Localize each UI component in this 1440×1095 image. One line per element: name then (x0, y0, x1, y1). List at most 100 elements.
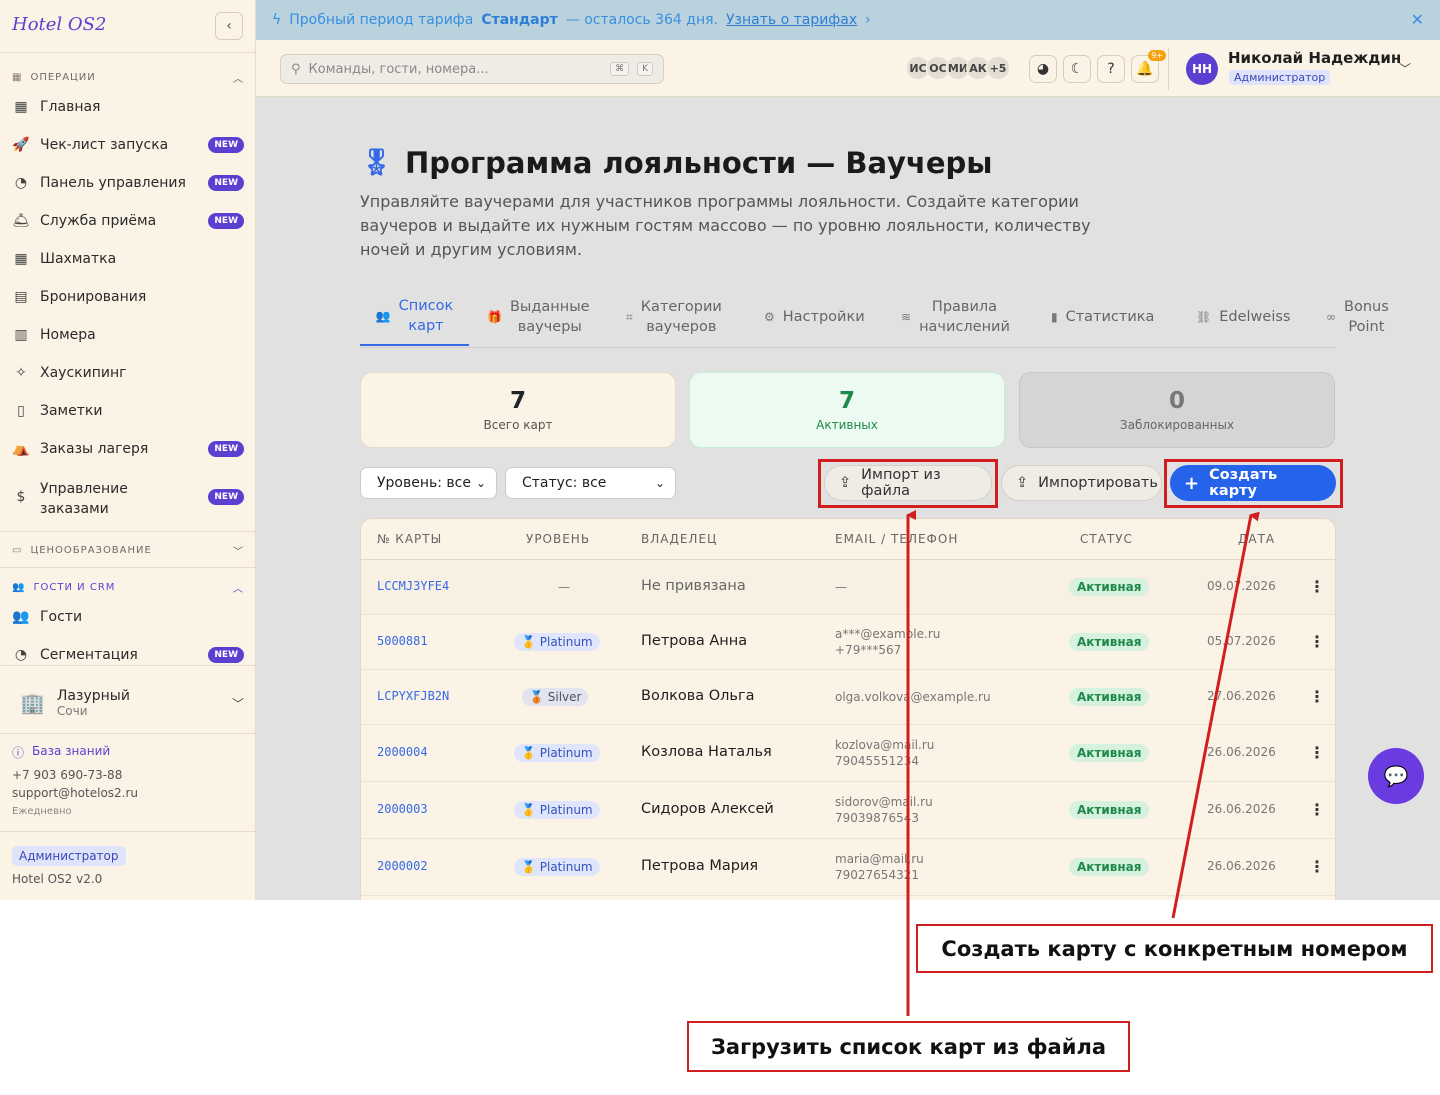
chevron-down-icon: ﹀ (231, 696, 244, 711)
sidebar-item-label: Бронирования (40, 289, 147, 305)
owner-name: Петрова Анна (641, 632, 748, 649)
collapse-sidebar-button[interactable]: ‹ (215, 12, 243, 40)
tab-bonus-point[interactable]: ∞ Bonus Point (1326, 288, 1389, 346)
row-menu-icon[interactable]: ⋮ (1309, 577, 1325, 596)
help-circle-icon: ? (1107, 61, 1115, 77)
banner-plan: Стандарт (481, 12, 558, 28)
pricing-link[interactable]: Узнать о тарифах (726, 12, 857, 28)
theme-palette-button[interactable]: ◕ (1029, 55, 1057, 83)
contact-phone: +79***567 (835, 642, 902, 657)
search-input[interactable]: ⚲ Команды, гости, номера... ⌘ K (280, 54, 664, 84)
sidebar-item-rooms[interactable]: ▥ Номера (12, 327, 244, 343)
clipboard-icon: ▤ (14, 289, 28, 305)
tab-label: Настройки (782, 309, 865, 325)
table-row[interactable]: 2000003 🥇 Platinum Сидоров Алексей sidorov@… (361, 782, 1335, 839)
new-badge: NEW (208, 137, 244, 153)
level-badge: 🥇 Platinum (514, 800, 600, 819)
date-cell: 09.07.2026 (1207, 578, 1276, 593)
section-guests-crm[interactable]: 👥 ГОСТИ И CRM ︿ (12, 580, 244, 595)
search-placeholder: Команды, гости, номера... (308, 61, 489, 77)
sidebar-item-label: Панель управления (40, 175, 186, 191)
card-number-link[interactable]: LCCMJ3YFE4 (377, 579, 449, 593)
sidebar-item-checklist[interactable]: 🚀 Чек-лист запуска NEW (12, 137, 244, 153)
sidebar-item-housekeeping[interactable]: ✧ Хаускипинг (12, 365, 244, 381)
contact-phone: 79027654321 (835, 867, 919, 882)
contact-email: sidorov@mail.ru (835, 794, 933, 809)
tab-label-line: ваучеров (646, 319, 717, 335)
app-version: Hotel OS2 v2.0 (12, 872, 103, 886)
user-avatar[interactable]: НН (1186, 53, 1218, 85)
lightning-icon: ϟ (272, 12, 282, 28)
table-row[interactable]: 5000881 🥇 Platinum Петрова Анна a***@exampl… (361, 615, 1335, 670)
tab-edelweiss[interactable]: ⛓ Edelweiss (1196, 288, 1290, 346)
user-name[interactable]: Николай Надеждин (1228, 49, 1401, 67)
tab-issued-vouchers[interactable]: 🎁 Выданные ваучеры (487, 288, 590, 346)
tab-label: Bonus Point (1344, 297, 1389, 337)
chevron-down-icon[interactable]: ﹀ (1399, 60, 1411, 77)
bar-chart-icon: ▮ (1051, 310, 1058, 324)
support-hours: Ежедневно (12, 806, 72, 817)
help-button[interactable]: ? (1097, 55, 1125, 83)
row-menu-icon[interactable]: ⋮ (1309, 687, 1325, 706)
support-email: support@hotelos2.ru (12, 786, 139, 800)
close-icon[interactable]: ✕ (1411, 10, 1424, 29)
tab-label: Правила начислений (919, 297, 1010, 337)
cards-table: № КАРТЫ УРОВЕНЬ ВЛАДЕЛЕЦ EMAIL / ТЕЛЕФОН… (360, 518, 1336, 900)
sidebar-item-front-desk[interactable]: 🛎 Служба приёма NEW (12, 213, 244, 229)
stat-label: Всего карт (483, 418, 553, 432)
table-row[interactable]: LCPYXFJB2N 🥉 Silver Волкова Ольга olga.volk… (361, 670, 1335, 725)
note-icon: ▯ (17, 403, 25, 419)
sidebar-item-label: Хаускипинг (40, 365, 127, 381)
tab-statistics[interactable]: ▮ Статистика (1051, 288, 1154, 346)
online-users[interactable]: ИС ОС МИ АК +5 (906, 56, 1010, 80)
tab-settings[interactable]: ⚙ Настройки (764, 288, 865, 346)
chat-button[interactable]: 💬 (1368, 748, 1424, 804)
row-menu-icon[interactable]: ⋮ (1309, 857, 1325, 876)
page-title-text: Программа лояльности — Ваучеры (405, 146, 993, 180)
sidebar-item-notes[interactable]: ▯ Заметки (12, 403, 244, 419)
card-number-link[interactable]: 2000002 (377, 859, 428, 873)
section-operations[interactable]: ▦ ОПЕРАЦИИ ︿ (12, 70, 244, 85)
status-filter-select[interactable]: Статус: все ⌄ (505, 467, 676, 499)
sidebar-item-dashboard[interactable]: ◔ Панель управления NEW (12, 175, 244, 191)
support-phone: +7 903 690-73-88 (12, 768, 123, 782)
hotel-info: Лазурный Сочи (57, 688, 130, 718)
contact-email: kozlova@mail.ru (835, 737, 935, 752)
row-menu-icon[interactable]: ⋮ (1309, 743, 1325, 762)
sidebar-item-home[interactable]: ▦ Главная (12, 99, 244, 115)
card-number-link[interactable]: 2000004 (377, 745, 428, 759)
sidebar-item-label: Шахматка (40, 251, 117, 267)
rocket-icon: 🚀 (12, 137, 30, 153)
hotel-selector[interactable]: 🏢 Лазурный Сочи ﹀ (20, 683, 244, 723)
card-number-link[interactable]: LCPYXFJB2N (377, 689, 449, 703)
new-badge: NEW (208, 441, 244, 457)
section-pricing[interactable]: ▭ ЦЕНООБРАЗОВАНИЕ ﹀ (12, 543, 244, 558)
sidebar-item-chessboard[interactable]: ▦ Шахматка (12, 251, 244, 267)
sidebar-item-camp-orders[interactable]: ⛺ Заказы лагеря NEW (12, 441, 244, 457)
import-button[interactable]: ⇪ Импортировать (1001, 465, 1162, 501)
tab-label: Выданные ваучеры (510, 297, 590, 337)
chevron-right-icon: › (865, 12, 871, 28)
grid-icon: ▦ (12, 72, 23, 83)
dark-mode-button[interactable]: ☾ (1063, 55, 1091, 83)
sidebar-item-order-management[interactable]: $ Управление заказами NEW (12, 479, 244, 519)
sidebar-item-bookings[interactable]: ▤ Бронирования (12, 289, 244, 305)
card-number-link[interactable]: 2000003 (377, 802, 428, 816)
chevron-left-icon: ‹ (226, 18, 232, 34)
knowledge-base-link[interactable]: ⓘ База знаний (12, 744, 110, 761)
tab-label: Категории ваучеров (641, 297, 722, 337)
table-row[interactable]: 2000002 🥇 Platinum Петрова Мария maria@mail… (361, 839, 1335, 896)
tab-accrual-rules[interactable]: ≋ Правила начислений (901, 288, 1010, 346)
row-menu-icon[interactable]: ⋮ (1309, 632, 1325, 651)
notifications-button[interactable]: 🔔 9+ (1131, 50, 1166, 83)
table-row[interactable]: 2000004 🥇 Platinum Козлова Наталья kozlova@… (361, 725, 1335, 782)
card-number-link[interactable]: 5000881 (377, 634, 428, 648)
tab-voucher-categories[interactable]: ⌗ Категории ваучеров (626, 288, 722, 346)
table-row[interactable]: LCCMJ3YFE4 — Не привязана — Активная 09.07.20… (361, 560, 1335, 615)
level-filter-select[interactable]: Уровень: все ⌄ (360, 467, 497, 499)
row-menu-icon[interactable]: ⋮ (1309, 800, 1325, 819)
sidebar-item-guests[interactable]: 👥 Гости (12, 609, 244, 625)
sidebar-item-segmentation[interactable]: ◔ Сегментация NEW (12, 647, 244, 663)
tab-card-list[interactable]: 👥 Список карт (360, 288, 469, 346)
level-badge: 🥉 Silver (522, 687, 589, 706)
